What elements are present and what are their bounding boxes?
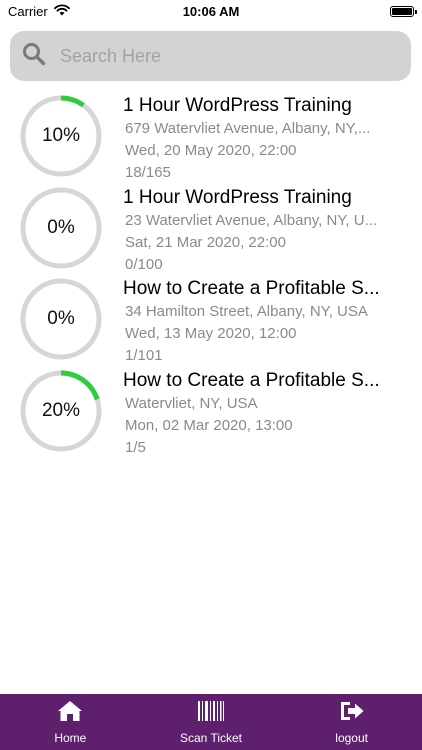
event-ticket-count: 18/165 bbox=[125, 164, 171, 181]
tab-bar: Home Scan Ticket logout bbox=[0, 694, 422, 750]
event-title: 1 Hour WordPress Training bbox=[123, 95, 352, 116]
progress-ring: 10% bbox=[20, 95, 102, 177]
progress-ring: 20% bbox=[20, 370, 102, 452]
tab-logout-label: logout bbox=[335, 730, 368, 745]
event-row[interactable]: 0% How to Create a Profitable S... 34 Ha… bbox=[0, 275, 422, 367]
event-datetime: Wed, 13 May 2020, 12:00 bbox=[125, 325, 297, 342]
event-row[interactable]: 10% 1 Hour WordPress Training 679 Waterv… bbox=[0, 92, 422, 184]
event-info: 1 Hour WordPress Training 679 Watervliet… bbox=[123, 94, 387, 184]
event-title: How to Create a Profitable S... bbox=[123, 369, 380, 391]
event-info: 1 Hour WordPress Training 23 Watervliet … bbox=[123, 186, 387, 276]
tab-scan-ticket[interactable]: Scan Ticket bbox=[141, 694, 281, 750]
carrier-label: Carrier bbox=[8, 3, 48, 19]
tab-home[interactable]: Home bbox=[0, 694, 140, 750]
event-datetime: Sat, 21 Mar 2020, 22:00 bbox=[125, 233, 286, 251]
event-address: 34 Hamilton Street, Albany, NY, USA bbox=[125, 303, 368, 320]
event-title: How to Create a Profitable S... bbox=[123, 278, 380, 299]
status-left: Carrier bbox=[8, 4, 70, 19]
tab-home-label: Home bbox=[54, 730, 87, 745]
search-input[interactable] bbox=[60, 45, 380, 67]
event-ticket-count: 1/5 bbox=[125, 438, 146, 456]
screen: Carrier 10:06 AM Search Here 10% 1 Hour … bbox=[0, 0, 422, 750]
event-row[interactable]: 0% 1 Hour WordPress Training 23 Watervli… bbox=[0, 184, 422, 276]
battery-icon bbox=[390, 5, 417, 17]
event-datetime: Wed, 20 May 2020, 22:00 bbox=[125, 142, 297, 159]
event-ticket-count: 1/101 bbox=[125, 347, 163, 364]
tab-logout[interactable]: logout bbox=[282, 694, 422, 750]
event-address: 679 Watervliet Avenue, Albany, NY,... bbox=[125, 120, 371, 137]
barcode-icon bbox=[197, 700, 225, 727]
status-bar: Carrier 10:06 AM bbox=[0, 0, 422, 22]
progress-ring: 0% bbox=[20, 187, 102, 269]
progress-ring: 0% bbox=[20, 278, 102, 360]
search-bar[interactable] bbox=[10, 31, 411, 81]
progress-percent: 10% bbox=[41, 125, 81, 146]
event-address: Watervliet, NY, USA bbox=[125, 394, 258, 412]
event-info: How to Create a Profitable S... Watervli… bbox=[123, 369, 387, 459]
logout-icon bbox=[339, 700, 365, 727]
wifi-icon bbox=[53, 3, 70, 19]
event-row[interactable]: 20% How to Create a Profitable S... Wate… bbox=[0, 367, 422, 459]
event-address: 23 Watervliet Avenue, Albany, NY, U... bbox=[125, 211, 378, 229]
progress-percent: 20% bbox=[41, 399, 81, 421]
progress-percent: 0% bbox=[47, 216, 75, 238]
event-ticket-count: 0/100 bbox=[125, 255, 163, 273]
event-info: How to Create a Profitable S... 34 Hamil… bbox=[123, 277, 387, 367]
event-datetime: Mon, 02 Mar 2020, 13:00 bbox=[125, 416, 293, 434]
home-icon bbox=[57, 700, 83, 727]
event-list: 10% 1 Hour WordPress Training 679 Waterv… bbox=[0, 92, 422, 458]
tab-scan-ticket-label: Scan Ticket bbox=[179, 730, 242, 745]
progress-percent: 0% bbox=[47, 308, 75, 329]
event-title: 1 Hour WordPress Training bbox=[123, 186, 352, 208]
search-icon bbox=[22, 42, 46, 71]
